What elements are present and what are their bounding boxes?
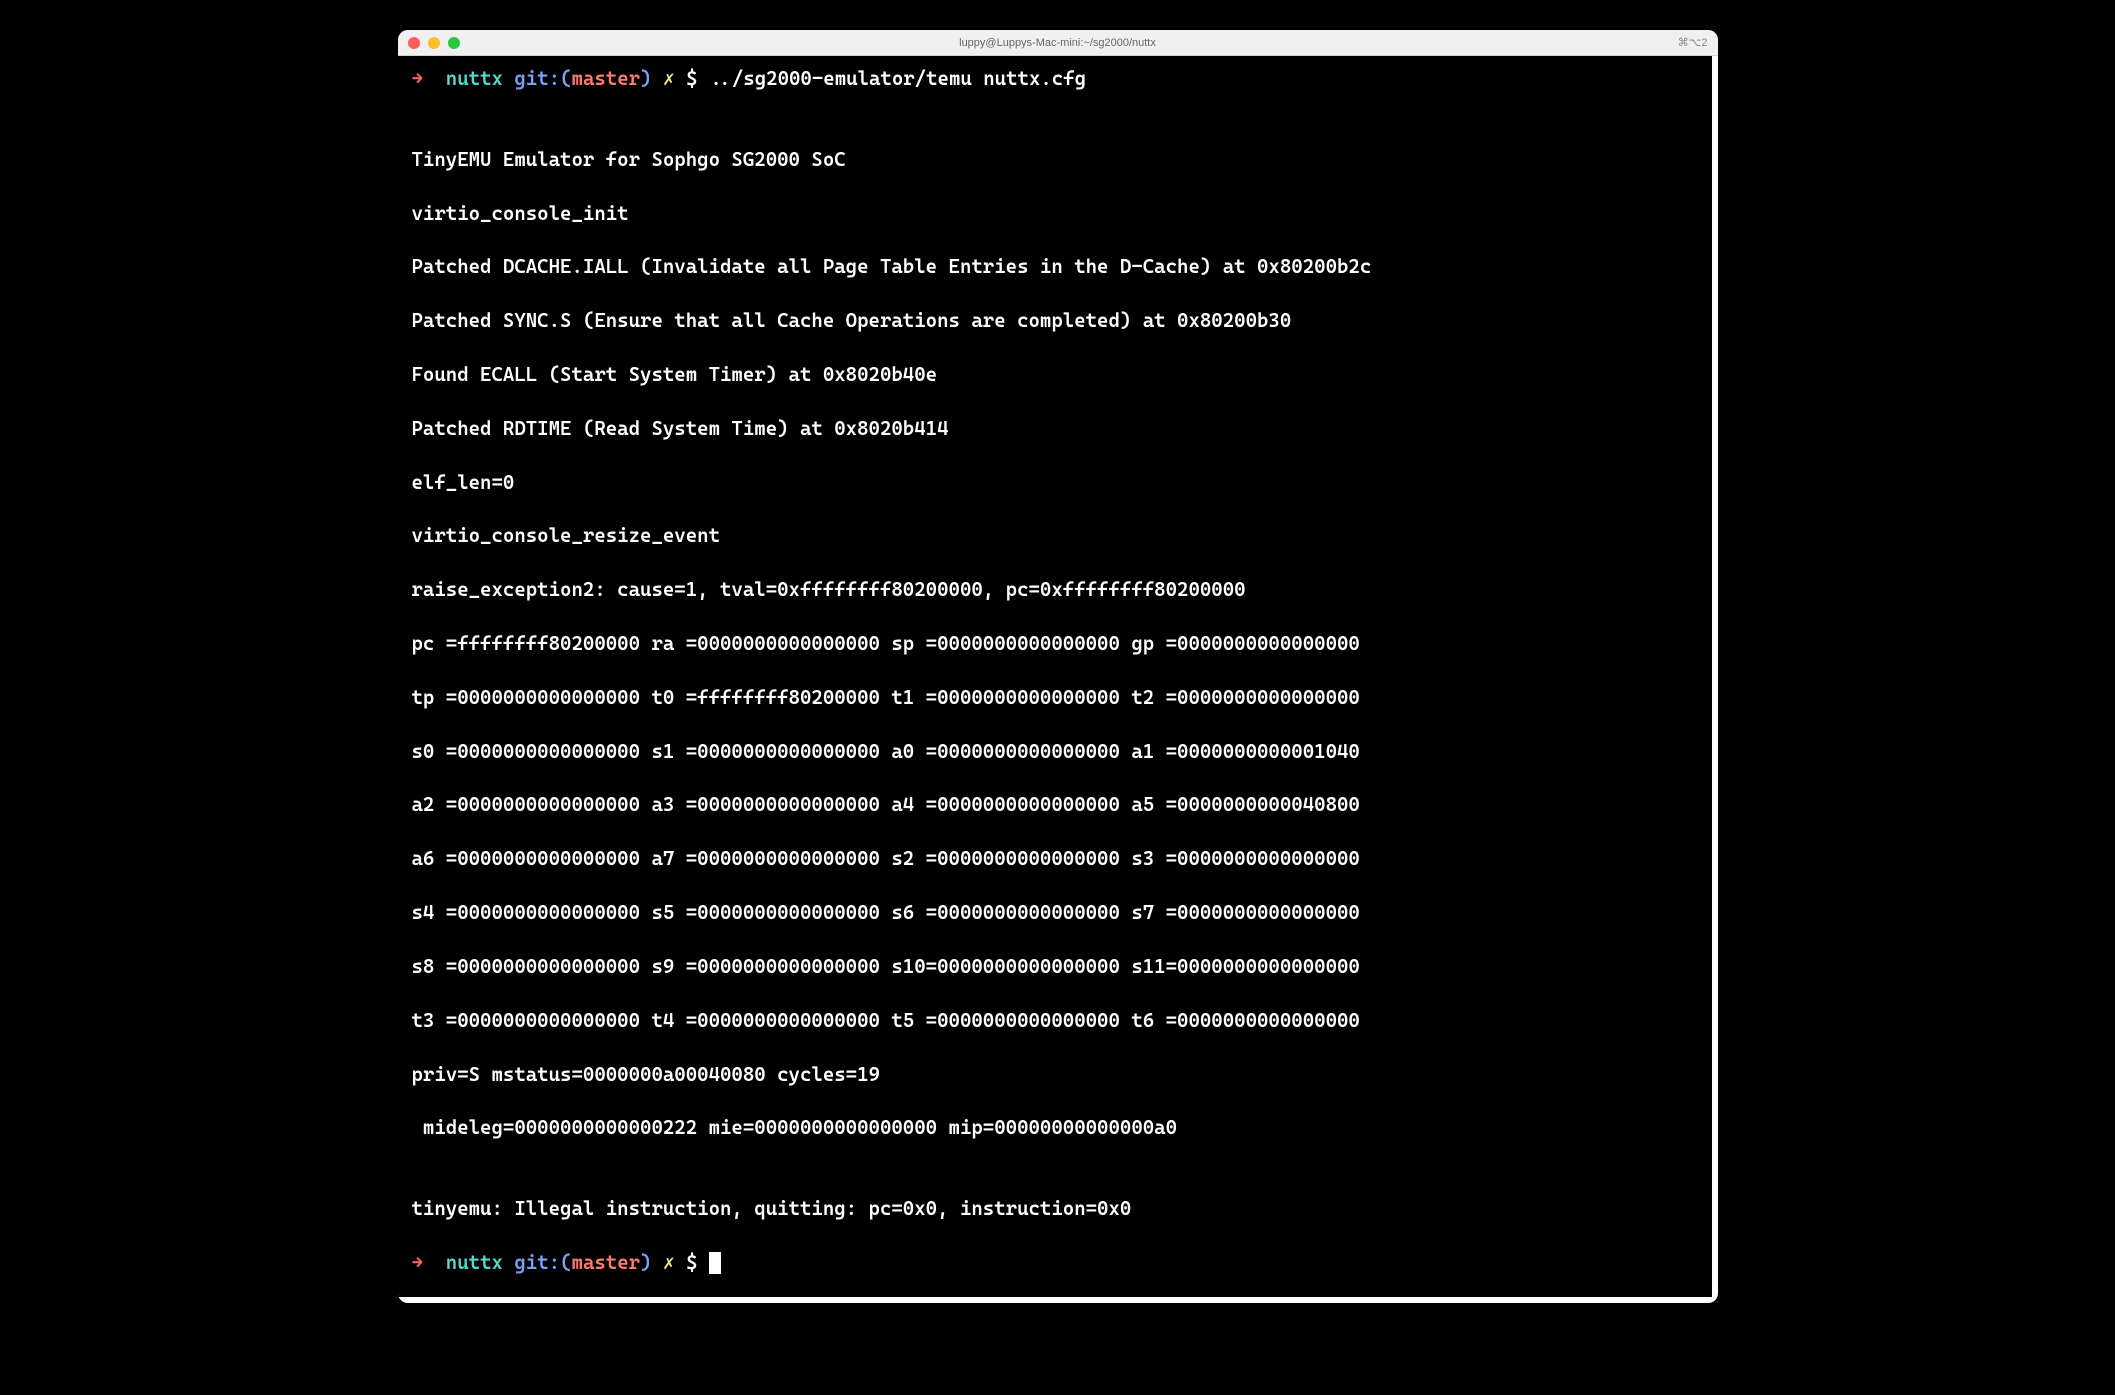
output-line: Patched DCACHE.IALL (Invalidate all Page… [412,254,1698,281]
output-line: t3 =0000000000000000 t4 =000000000000000… [412,1008,1698,1035]
output-line: Found ECALL (Start System Timer) at 0x80… [412,362,1698,389]
command-text: ../sg2000-emulator/temu nuttx.cfg [709,67,1086,90]
prompt-arrow-icon: → [412,1251,423,1274]
output-line: tinyemu: Illegal instruction, quitting: … [412,1196,1698,1223]
minimize-button[interactable] [428,37,440,49]
prompt-directory: nuttx [446,67,503,90]
output-line: s4 =0000000000000000 s5 =000000000000000… [412,900,1698,927]
output-line: TinyEMU Emulator for Sophgo SG2000 SoC [412,147,1698,174]
output-line: virtio_console_resize_event [412,523,1698,550]
cursor-icon [709,1252,721,1274]
output-line: s8 =0000000000000000 s9 =000000000000000… [412,954,1698,981]
output-line: Patched SYNC.S (Ensure that all Cache Op… [412,308,1698,335]
prompt-directory: nuttx [446,1251,503,1274]
prompt-dollar: $ [686,1251,697,1274]
output-line: mideleg=0000000000000222 mie=00000000000… [412,1115,1698,1142]
window-shortcut-indicator: ⌘⌥2 [1678,36,1708,49]
prompt-branch: master [572,67,641,90]
output-line: a6 =0000000000000000 a7 =000000000000000… [412,846,1698,873]
prompt-dollar: $ [686,67,697,90]
traffic-lights [408,37,460,49]
prompt-line-2: → nuttx git:(master) ✗ $ [412,1250,1698,1277]
output-line: elf_len=0 [412,470,1698,497]
output-line: virtio_console_init [412,201,1698,228]
titlebar: luppy@Luppys-Mac-mini:~/sg2000/nuttx ⌘⌥2 [398,30,1718,56]
output-line: tp =0000000000000000 t0 =ffffffff8020000… [412,685,1698,712]
output-line: a2 =0000000000000000 a3 =000000000000000… [412,792,1698,819]
terminal-body[interactable]: → nuttx git:(master) ✗ $ ../sg2000-emula… [398,56,1718,1303]
close-button[interactable] [408,37,420,49]
prompt-arrow-icon: → [412,67,423,90]
maximize-button[interactable] [448,37,460,49]
output-line: raise_exception2: cause=1, tval=0xffffff… [412,577,1698,604]
prompt-line-1: → nuttx git:(master) ✗ $ ../sg2000-emula… [412,66,1698,93]
terminal-window: luppy@Luppys-Mac-mini:~/sg2000/nuttx ⌘⌥2… [398,30,1718,1303]
window-title: luppy@Luppys-Mac-mini:~/sg2000/nuttx [959,37,1156,49]
prompt-git-label: git:( [514,67,571,90]
output-line: s0 =0000000000000000 s1 =000000000000000… [412,739,1698,766]
prompt-dirty-mark-icon: ✗ [663,67,675,90]
prompt-git-label: git:( [514,1251,571,1274]
prompt-branch: master [572,1251,641,1274]
output-line: Patched RDTIME (Read System Time) at 0x8… [412,416,1698,443]
prompt-git-close: ) [640,67,651,90]
output-line: pc =ffffffff80200000 ra =000000000000000… [412,631,1698,658]
prompt-dirty-mark-icon: ✗ [663,1251,675,1274]
output-line: priv=S mstatus=0000000a00040080 cycles=1… [412,1062,1698,1089]
prompt-git-close: ) [640,1251,651,1274]
